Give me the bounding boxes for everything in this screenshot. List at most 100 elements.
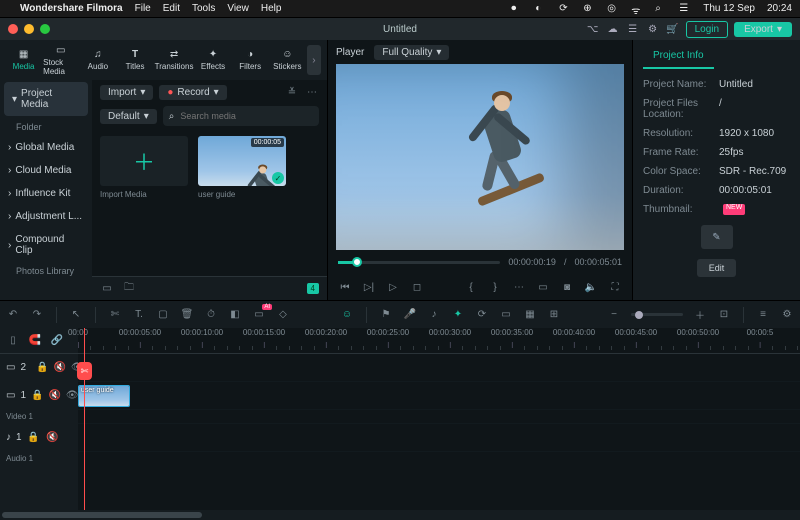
smart-icon[interactable]: ✦ (451, 308, 465, 322)
lane-v2[interactable] (78, 354, 800, 382)
keyframe-icon[interactable]: ◇ (276, 308, 290, 322)
fullscreen-icon[interactable]: ⛶ (608, 280, 622, 294)
status-icon[interactable]: ⟳ (559, 3, 571, 15)
sidebar-item-global-media[interactable]: ›Global Media (0, 136, 92, 159)
playhead[interactable]: ✄ (84, 328, 85, 510)
collapse-panel-button[interactable]: › (307, 45, 321, 75)
sidebar-item-photos-library[interactable]: Photos Library (0, 262, 92, 280)
zoom-slider[interactable] (631, 313, 683, 316)
undo-icon[interactable]: ↶ (6, 308, 20, 322)
tab-stock-media[interactable]: ▭Stock Media (43, 43, 78, 78)
sidebar-item-project-media[interactable]: ▾Project Media (4, 82, 88, 116)
lane-a1[interactable] (78, 424, 800, 452)
lock-icon[interactable]: 🔒 (36, 361, 48, 375)
menu-file[interactable]: File (135, 3, 151, 14)
crop-icon[interactable]: ▢ (156, 308, 170, 322)
tab-stickers[interactable]: ☺Stickers (270, 47, 305, 73)
magnet-icon[interactable]: 🧲 (28, 334, 42, 348)
time-ruler[interactable]: 00:0000:00:05:0000:00:10:0000:00:15:0000… (78, 328, 800, 353)
menu-tools[interactable]: Tools (192, 3, 215, 14)
menubar-time[interactable]: 20:24 (767, 3, 792, 14)
color-icon[interactable]: ◧ (228, 308, 242, 322)
media-item[interactable]: 00:00:05 ✓ user guide (198, 136, 286, 199)
go-start-icon[interactable]: ⏮ (338, 280, 352, 294)
mark-out-icon[interactable]: } (488, 280, 502, 294)
status-icon[interactable]: ◐ (535, 3, 547, 15)
sidebar-item-folder[interactable]: Folder (0, 118, 92, 136)
stop-icon[interactable]: ◻ (410, 280, 424, 294)
step-back-icon[interactable]: ▷| (362, 280, 376, 294)
zoom-out-icon[interactable]: − (607, 308, 621, 322)
control-center-icon[interactable]: ☰ (679, 3, 691, 15)
lock-icon[interactable]: 🔒 (31, 389, 43, 403)
quality-dropdown[interactable]: Full Quality ▾ (374, 45, 449, 60)
sidebar-item-influence-kit[interactable]: ›Influence Kit (0, 182, 92, 205)
text-icon[interactable]: T. (132, 308, 146, 322)
tab-audio[interactable]: ♫Audio (80, 47, 115, 73)
timeline-lanes[interactable]: user guide ✄ (78, 354, 800, 510)
options-icon[interactable]: ⋯ (512, 280, 526, 294)
cursor-icon[interactable]: ↖ (69, 308, 83, 322)
play-icon[interactable]: ▷ (386, 280, 400, 294)
snapshot-icon[interactable]: ◙ (560, 280, 574, 294)
marker-icon[interactable]: ⚑ (379, 308, 393, 322)
import-media-tile[interactable]: ＋ Import Media (100, 136, 188, 199)
search-field[interactable] (178, 110, 313, 122)
new-folder-icon[interactable]: ▭ (100, 282, 114, 296)
menubar-date[interactable]: Thu 12 Sep (703, 3, 755, 14)
link-icon[interactable]: 🔗 (50, 334, 64, 348)
smile-icon[interactable]: ☺ (340, 308, 354, 322)
volume-icon[interactable]: 🔈 (584, 280, 598, 294)
menu-icon[interactable]: ⋯ (305, 85, 319, 99)
speed-icon[interactable]: ⏱ (204, 308, 218, 322)
timeline-scrollbar[interactable] (0, 510, 800, 520)
mic-icon[interactable]: 🎤 (403, 308, 417, 322)
search-icon[interactable]: ⌕ (655, 3, 667, 15)
lane-v1[interactable]: user guide (78, 382, 800, 410)
list-icon[interactable]: ≡ (756, 308, 770, 322)
box-icon[interactable]: ▭ (499, 308, 513, 322)
scrub-bar[interactable] (338, 261, 500, 264)
record-dropdown[interactable]: ●Record ▾ (159, 85, 226, 100)
mark-in-icon[interactable]: { (464, 280, 478, 294)
mute-icon[interactable]: 🔇 (53, 361, 65, 375)
tab-transitions[interactable]: ⇄Transitions (155, 47, 194, 73)
tab-effects[interactable]: ✦Effects (195, 47, 230, 73)
search-input[interactable]: ⌕ (163, 106, 319, 126)
tab-titles[interactable]: TTitles (117, 47, 152, 73)
sidebar-item-compound-clip[interactable]: ›Compound Clip (0, 228, 92, 262)
menu-edit[interactable]: Edit (163, 3, 180, 14)
mixer-icon[interactable]: ♪ (427, 308, 441, 322)
compare-icon[interactable]: ▭ (536, 280, 550, 294)
timeline-view-icon[interactable]: ▯ (6, 334, 20, 348)
import-dropdown[interactable]: Import ▾ (100, 85, 153, 100)
scrub-knob[interactable] (352, 257, 362, 267)
playhead-handle[interactable]: ✄ (77, 362, 92, 380)
settings-icon[interactable]: ⚙ (780, 308, 794, 322)
ai-icon[interactable]: ▭AI (252, 308, 266, 322)
render-icon[interactable]: ⟳ (475, 308, 489, 322)
track-head-v2[interactable]: ▭2🔒🔇👁 (0, 354, 78, 382)
tab-media[interactable]: ▦Media (6, 47, 41, 73)
sidebar-item-cloud-media[interactable]: ›Cloud Media (0, 159, 92, 182)
zoom-in-icon[interactable]: ＋ (693, 308, 707, 322)
grid-icon[interactable]: ▦ (523, 308, 537, 322)
expand-icon[interactable]: ⊞ (547, 308, 561, 322)
menubar-app[interactable]: Wondershare Filmora (20, 3, 123, 14)
tab-filters[interactable]: ◑Filters (233, 47, 268, 73)
redo-icon[interactable]: ↷ (30, 308, 44, 322)
track-head-v1[interactable]: ▭1🔒🔇👁 (0, 382, 78, 410)
status-icon[interactable]: ⏺ (511, 3, 523, 15)
sidebar-item-adjustment[interactable]: ›Adjustment L... (0, 205, 92, 228)
cut-icon[interactable]: ✄ (108, 308, 122, 322)
wifi-icon[interactable]: ᯤ (631, 3, 643, 15)
lock-icon[interactable]: 🔒 (27, 431, 41, 445)
fit-icon[interactable]: ⊡ (717, 308, 731, 322)
thumbnail-button[interactable]: ✎ (701, 225, 733, 249)
folder-icon[interactable]: 🗀 (122, 282, 136, 296)
mute-icon[interactable]: 🔇 (48, 389, 60, 403)
mute-icon[interactable]: 🔇 (46, 431, 60, 445)
track-head-a1[interactable]: ♪1🔒🔇 (0, 424, 78, 452)
menu-help[interactable]: Help (261, 3, 282, 14)
sort-dropdown[interactable]: Default ▾ (100, 109, 157, 124)
